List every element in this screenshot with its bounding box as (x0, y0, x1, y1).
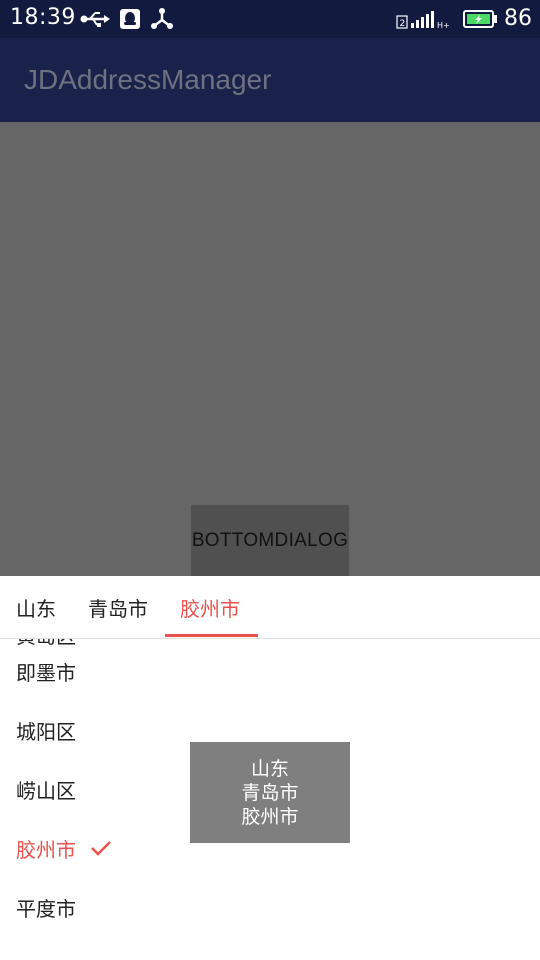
list-item-label: 平度市 (16, 896, 76, 921)
tab-district[interactable]: 胶州市 (180, 576, 240, 638)
svg-text:2: 2 (400, 19, 406, 29)
battery-percentage: 86 (504, 6, 532, 31)
list-item-label: 胶州市 (16, 837, 76, 862)
toast-line-province: 山东 (250, 757, 289, 780)
toast-line-city: 青岛市 (241, 781, 299, 804)
tab-city[interactable]: 青岛市 (88, 576, 148, 638)
svg-text:H+: H+ (437, 21, 450, 30)
app-bar: JDAddressManager (0, 38, 540, 122)
status-bar: 18:39 2 H+ 86 (0, 0, 540, 38)
usb-icon (80, 6, 110, 32)
qq-icon (119, 6, 141, 32)
app-title: JDAddressManager (24, 64, 272, 95)
toast-line-district: 胶州市 (241, 805, 299, 828)
tab-indicator (165, 634, 258, 637)
status-time: 18:39 (10, 5, 76, 30)
signal-icon: 2 H+ (396, 6, 454, 32)
list-item-label: 即墨市 (16, 660, 76, 685)
list-item[interactable]: 即墨市 (0, 642, 540, 700)
tab-province[interactable]: 山东 (16, 576, 56, 638)
check-icon (90, 840, 112, 856)
battery-icon (462, 6, 498, 32)
share-icon (149, 6, 175, 32)
address-tabs: 山东 青岛市 胶州市 (0, 576, 540, 639)
list-item-label: 崂山区 (16, 778, 76, 803)
bottom-dialog-button[interactable]: BOTTOMDIALOG (191, 505, 349, 576)
list-item[interactable]: 平度市 (0, 878, 540, 936)
toast-message: 山东 青岛市 胶州市 (190, 742, 350, 843)
list-item-label: 城阳区 (16, 719, 76, 744)
